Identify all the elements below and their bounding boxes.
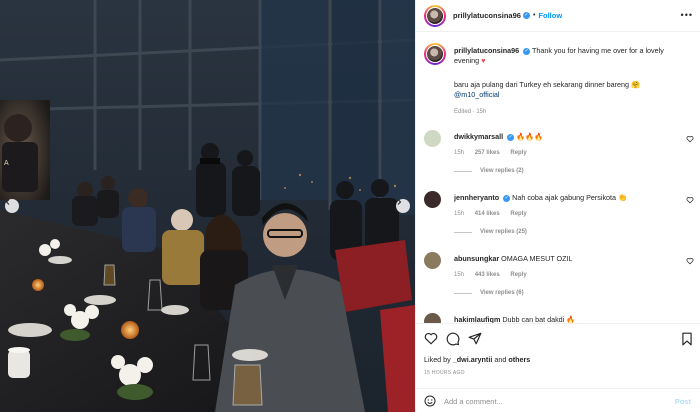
post-comment-button[interactable]: Post xyxy=(675,397,691,406)
emoji-icon[interactable] xyxy=(424,395,436,407)
post-actions: Liked by _dwi.aryntii and others 15 HOUR… xyxy=(416,323,700,412)
chevron-right-icon xyxy=(397,199,402,205)
comment-time: 15h xyxy=(454,150,465,156)
comment-avatar[interactable] xyxy=(424,191,441,208)
heart-icon[interactable] xyxy=(424,332,438,345)
verified-icon: ✓ xyxy=(503,194,511,202)
comment-likes[interactable]: 443 likes xyxy=(475,272,500,278)
comment-item: jennheryanto ✓ Nah coba ajak gabung Pers… xyxy=(424,191,694,243)
comment-item: dwikkymarsall ✓ 🔥🔥🔥 15h 257 likes Reply … xyxy=(424,130,694,182)
svg-text:A: A xyxy=(4,160,9,167)
post-timestamp[interactable]: 15 HOURS AGO xyxy=(424,370,465,376)
view-replies-button[interactable]: View replies (6) xyxy=(454,290,524,296)
comments-scroll-area[interactable]: prillylatuconsina96 ✓ Thank you for havi… xyxy=(416,33,700,323)
reply-button[interactable]: Reply xyxy=(510,150,526,156)
post-photo[interactable]: A xyxy=(0,0,415,412)
comment-text: hakimlaufiqm Dubb can bat dakdi 🔥 xyxy=(454,315,575,323)
caption-line-2: baru aja pulang dari Turkey eh sekarang … xyxy=(454,80,630,89)
add-comment-input[interactable] xyxy=(444,396,644,406)
view-replies-label: View replies (6) xyxy=(480,290,524,296)
comment-meta: 15h 414 likes Reply xyxy=(454,211,536,217)
separator-dot: • xyxy=(532,12,536,19)
comment-avatar[interactable] xyxy=(424,313,441,323)
heart-icon[interactable] xyxy=(686,135,694,143)
verified-icon: ✓ xyxy=(507,133,515,141)
comment-likes[interactable]: 414 likes xyxy=(475,211,500,217)
reply-button[interactable]: Reply xyxy=(510,272,526,278)
caption-text: prillylatuconsina96 ✓ Thank you for havi… xyxy=(454,46,684,66)
save-icon[interactable] xyxy=(681,332,693,346)
liked-prefix: Liked by xyxy=(424,355,451,364)
author-avatar xyxy=(427,7,443,24)
reply-button[interactable]: Reply xyxy=(510,211,526,217)
heart-icon[interactable] xyxy=(686,196,694,204)
add-comment-bar: Post xyxy=(416,388,700,413)
comment-meta: 15h 257 likes Reply xyxy=(454,150,536,156)
comment-avatar[interactable] xyxy=(424,252,441,269)
comment-item: hakimlaufiqm Dubb can bat dakdi 🔥 xyxy=(424,313,694,323)
comment-body: OMAGA MESUT OZIL xyxy=(501,254,573,263)
verified-icon: ✓ xyxy=(522,12,530,19)
caption-avatar xyxy=(427,46,443,62)
view-replies-button[interactable]: View replies (2) xyxy=(454,168,524,174)
comment-text: jennheryanto ✓ Nah coba ajak gabung Pers… xyxy=(454,193,627,203)
post-header: prillylatuconsina96 ✓ • Follow ••• xyxy=(416,0,700,32)
author-avatar-ring[interactable] xyxy=(424,4,446,27)
comment-text: abunsungkar OMAGA MESUT OZIL xyxy=(454,254,573,264)
comment-time: 15h xyxy=(454,272,465,278)
verified-icon: ✓ xyxy=(523,47,531,55)
liked-by-text: Liked by _dwi.aryntii and others xyxy=(424,355,530,364)
comment-body: Nah coba ajak gabung Persikota 👏 xyxy=(512,193,627,202)
dinner-photo-illustration: A xyxy=(0,0,415,412)
heart-icon[interactable] xyxy=(686,257,694,265)
comment-avatar[interactable] xyxy=(424,130,441,147)
liked-others-link[interactable]: others xyxy=(508,355,530,364)
follow-button[interactable]: Follow xyxy=(538,11,562,20)
caption-mention-link[interactable]: @m10_official xyxy=(454,90,500,99)
comment-icon[interactable] xyxy=(446,332,460,346)
caption-body: baru aja pulang dari Turkey eh sekarang … xyxy=(454,80,684,100)
caption-edited: Edited · 15h xyxy=(454,109,487,115)
comment-username[interactable]: dwikkymarsall xyxy=(454,132,503,141)
comment-username[interactable]: abunsungkar xyxy=(454,254,499,263)
chevron-left-icon xyxy=(5,199,10,205)
next-photo-button[interactable] xyxy=(396,199,410,213)
caption-username[interactable]: prillylatuconsina96 xyxy=(454,46,519,55)
comment-time: 15h xyxy=(454,211,465,217)
more-options-icon[interactable]: ••• xyxy=(681,10,693,20)
liked-and: and xyxy=(494,355,507,364)
comment-body: Dubb can bat dakdi 🔥 xyxy=(502,315,576,323)
red-heart-emoji: ♥ xyxy=(481,56,486,65)
instagram-post-modal: A prillylatuconsina96 ✓ • Follow ••• pri… xyxy=(0,0,700,412)
author-username[interactable]: prillylatuconsina96 xyxy=(453,11,521,20)
view-replies-label: View replies (25) xyxy=(480,229,527,235)
post-details-panel: prillylatuconsina96 ✓ • Follow ••• prill… xyxy=(415,0,700,412)
comment-text: dwikkymarsall ✓ 🔥🔥🔥 xyxy=(454,132,543,142)
caption-avatar-ring[interactable] xyxy=(424,43,446,65)
view-replies-label: View replies (2) xyxy=(480,168,524,174)
share-icon[interactable] xyxy=(468,332,482,345)
comment-item: abunsungkar OMAGA MESUT OZIL 15h 443 lik… xyxy=(424,252,694,304)
previous-photo-button[interactable] xyxy=(5,199,19,213)
comment-likes[interactable]: 257 likes xyxy=(475,150,500,156)
comment-body: 🔥🔥🔥 xyxy=(516,132,544,141)
comment-meta: 15h 443 likes Reply xyxy=(454,272,536,278)
smile-emoji: 🤗 xyxy=(631,80,640,89)
comment-username[interactable]: jennheryanto xyxy=(454,193,499,202)
liked-user-link[interactable]: _dwi.aryntii xyxy=(453,355,493,364)
comment-username[interactable]: hakimlaufiqm xyxy=(454,315,500,323)
view-replies-button[interactable]: View replies (25) xyxy=(454,229,527,235)
